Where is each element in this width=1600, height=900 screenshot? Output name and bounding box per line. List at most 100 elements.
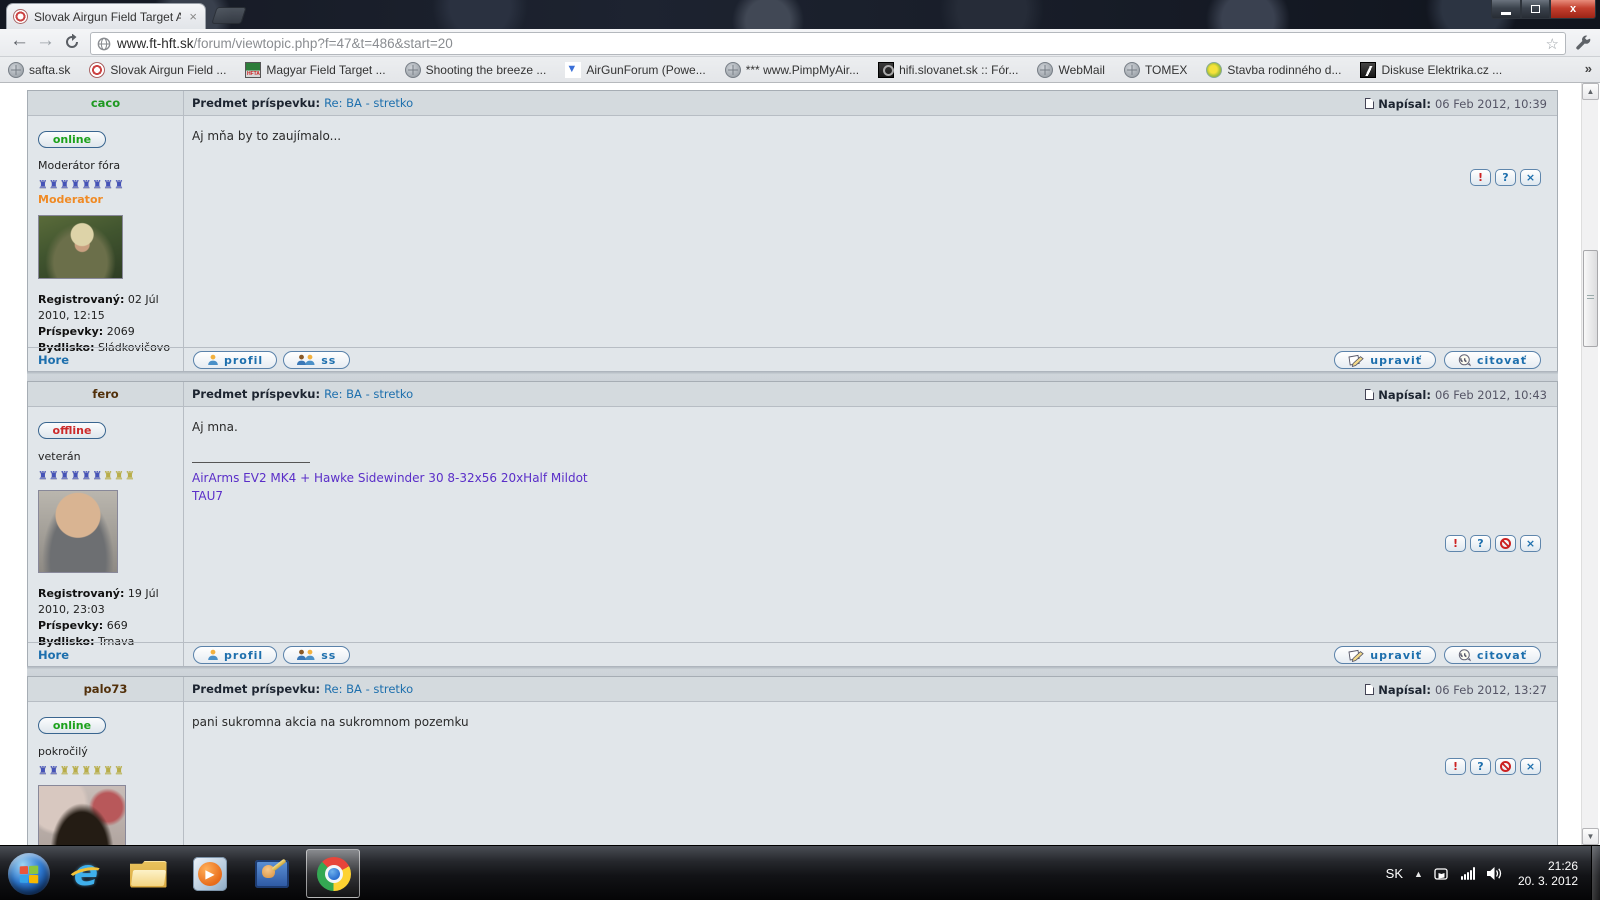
profile-button[interactable]: profil — [193, 351, 277, 369]
post-subject-cell: Predmet príspevku:Re: BA - stretko — [184, 91, 1557, 115]
quote-button[interactable]: citovať — [1444, 351, 1541, 369]
question-button[interactable]: ? — [1495, 169, 1516, 186]
subject-link[interactable]: Re: BA - stretko — [324, 387, 413, 401]
delete-button[interactable]: × — [1520, 169, 1541, 186]
bookmark-label: Slovak Airgun Field ... — [110, 63, 226, 77]
bookmark-item[interactable]: Magyar Field Target ... — [245, 62, 385, 78]
subject-link[interactable]: Re: BA - stretko — [324, 682, 413, 696]
written-label: Napísal: — [1378, 97, 1431, 111]
clock[interactable]: 21:26 20. 3. 2012 — [1518, 859, 1578, 889]
written-label: Napísal: — [1378, 388, 1431, 402]
report-button[interactable]: ! — [1445, 758, 1466, 775]
rank-star-icon: ♜ — [103, 469, 114, 482]
page-icon — [1365, 389, 1374, 400]
scrollbar-thumb[interactable] — [1583, 250, 1598, 347]
post-author[interactable]: palo73 — [28, 677, 184, 701]
pm-button[interactable]: ss — [283, 351, 350, 369]
moderate-buttons: upraviť citovať — [1334, 351, 1541, 369]
tab-close-icon[interactable]: × — [187, 10, 199, 23]
top-link[interactable]: Hore — [38, 353, 69, 367]
taskbar-explorer-button[interactable] — [128, 854, 168, 894]
subject-label: Predmet príspevku: — [192, 682, 320, 696]
post-count-field: Príspevky: 669 — [38, 618, 184, 634]
sun-icon — [1206, 62, 1222, 78]
scroll-up-icon[interactable]: ▲ — [1582, 83, 1599, 100]
top-link[interactable]: Hore — [38, 648, 69, 662]
rank-title: Moderátor fóra — [38, 159, 183, 172]
bookmarks-overflow-icon[interactable]: » — [1585, 61, 1592, 76]
rank-star-icon: ♜ — [60, 178, 71, 191]
rank-star-icon: ♜ — [71, 469, 82, 482]
profile-button[interactable]: profil — [193, 646, 277, 664]
post-subject-cell: Predmet príspevku:Re: BA - stretko — [184, 382, 1557, 406]
wrench-menu-icon[interactable] — [1575, 35, 1592, 57]
pm-button[interactable]: ss — [283, 646, 350, 664]
taskbar-editor-button[interactable] — [252, 854, 292, 894]
ban-button[interactable] — [1495, 758, 1516, 775]
status-button[interactable]: offline — [38, 422, 106, 439]
bookmark-item[interactable]: WebMail — [1037, 62, 1104, 78]
new-tab-button[interactable] — [211, 7, 247, 24]
edit-button[interactable]: upraviť — [1334, 351, 1436, 369]
question-button[interactable]: ? — [1470, 758, 1491, 775]
reload-icon[interactable] — [64, 34, 80, 55]
bookmark-item[interactable]: TOMEX — [1124, 62, 1187, 78]
minimize-button[interactable] — [1491, 0, 1521, 19]
subject-link[interactable]: Re: BA - stretko — [324, 96, 413, 110]
bookmark-item[interactable]: safta.sk — [8, 62, 70, 78]
status-button[interactable]: online — [38, 131, 106, 148]
report-button[interactable]: ! — [1470, 169, 1491, 186]
post-text: pani sukromna akcia na sukromnom pozemku — [192, 715, 1549, 729]
edit-button[interactable]: upraviť — [1334, 646, 1436, 664]
post-author[interactable]: caco — [28, 91, 184, 115]
forward-icon[interactable]: → — [36, 30, 55, 52]
browser-tab[interactable]: Slovak Airgun Field Target A × — [6, 3, 206, 29]
post-count-field: Príspevky: 2069 — [38, 324, 184, 340]
back-icon[interactable]: ← — [10, 30, 29, 52]
delete-button[interactable]: × — [1520, 535, 1541, 552]
url-text[interactable]: www.ft-hft.sk/forum/viewtopic.php?f=47&t… — [117, 36, 1540, 51]
show-desktop-button[interactable] — [1591, 846, 1600, 900]
report-button[interactable]: ! — [1445, 535, 1466, 552]
delete-button[interactable]: × — [1520, 758, 1541, 775]
post-author[interactable]: fero — [28, 382, 184, 406]
bookmark-item[interactable]: Diskuse Elektrika.cz ... — [1360, 62, 1502, 78]
question-button[interactable]: ? — [1470, 535, 1491, 552]
taskbar-chrome-button[interactable] — [306, 849, 360, 898]
signature-divider — [192, 462, 310, 463]
profile-buttons: profil ss — [193, 646, 350, 664]
language-indicator[interactable]: SK — [1386, 866, 1403, 881]
ban-button[interactable] — [1495, 535, 1516, 552]
bookmark-item[interactable]: AirGunForum (Powe... — [565, 62, 705, 78]
post-mod-buttons: !? × — [1445, 758, 1541, 775]
restore-button[interactable] — [1521, 0, 1550, 19]
status-button[interactable]: online — [38, 717, 106, 734]
rank-star-icon: ♜ — [60, 469, 71, 482]
quote-button[interactable]: citovať — [1444, 646, 1541, 664]
bookmark-item[interactable]: *** www.PimpMyAir... — [725, 62, 859, 78]
network-icon[interactable] — [1461, 867, 1475, 880]
volume-icon[interactable] — [1486, 866, 1503, 881]
rank-stars: ♜♜♜♜♜♜♜♜ — [38, 765, 183, 776]
close-button[interactable]: x — [1550, 0, 1596, 19]
taskbar-mediaplayer-button[interactable]: ▶ — [190, 854, 230, 894]
taskbar-ie-button[interactable]: e — [66, 854, 106, 894]
window-controls: x — [1491, 0, 1596, 19]
scrollbar[interactable]: ▲ ▼ — [1581, 83, 1598, 845]
avatar — [38, 490, 118, 573]
address-bar[interactable]: www.ft-hft.sk/forum/viewtopic.php?f=47&t… — [90, 32, 1566, 55]
scroll-down-icon[interactable]: ▼ — [1582, 828, 1599, 845]
bookmark-star-icon[interactable]: ☆ — [1546, 35, 1559, 53]
bookmark-item[interactable]: hifi.slovanet.sk :: Fór... — [878, 62, 1018, 78]
hfta-icon — [245, 62, 261, 78]
bookmark-item[interactable]: Stavba rodinného d... — [1206, 62, 1341, 78]
rank-star-icon: ♜ — [92, 178, 103, 191]
tray-expand-icon[interactable]: ▲ — [1414, 869, 1423, 879]
bookmark-item[interactable]: Shooting the breeze ... — [405, 62, 547, 78]
rank-star-icon: ♜ — [38, 469, 49, 482]
start-button[interactable] — [8, 853, 50, 895]
bookmark-label: Shooting the breeze ... — [426, 63, 547, 77]
bookmark-item[interactable]: Slovak Airgun Field ... — [89, 62, 226, 78]
action-center-icon[interactable] — [1434, 867, 1450, 881]
post-body: onlinepokročilý♜♜♜♜♜♜♜♜pani sukromna akc… — [28, 702, 1557, 845]
